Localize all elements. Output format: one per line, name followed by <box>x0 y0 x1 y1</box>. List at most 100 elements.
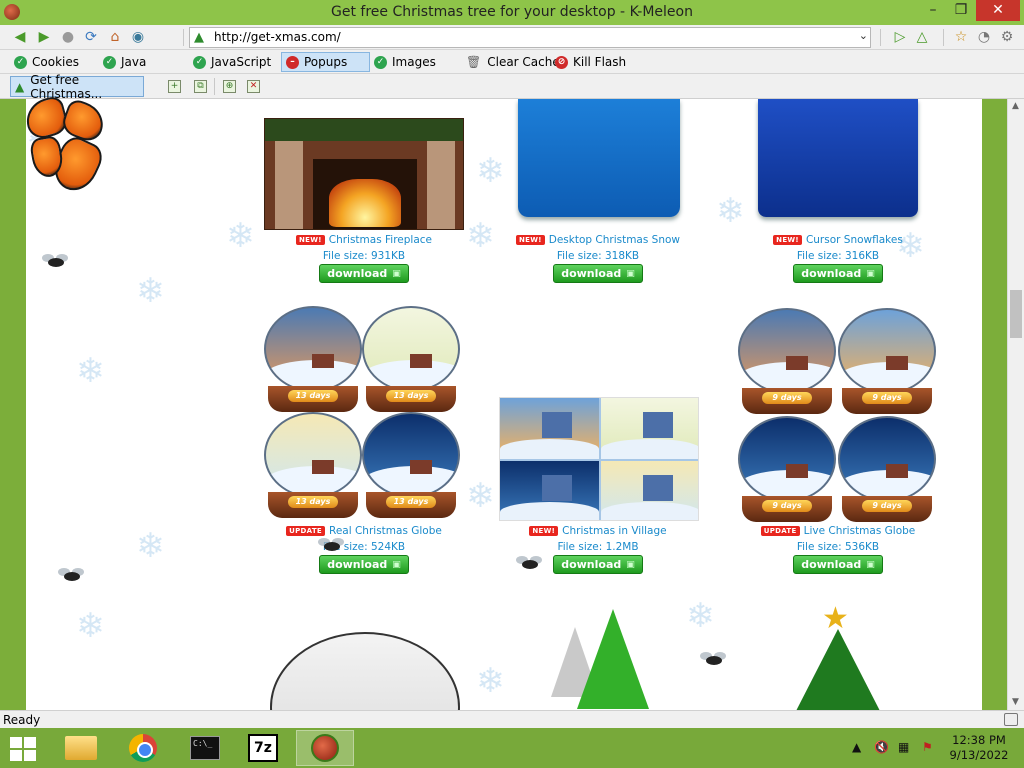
windows-start-button[interactable] <box>10 737 36 761</box>
gear-icon[interactable]: ⚙ <box>999 29 1015 45</box>
snow-globe-image[interactable]: 9 days <box>838 308 936 416</box>
restore-button[interactable]: ❐ <box>946 0 976 21</box>
product-title-link[interactable]: Christmas Fireplace <box>329 234 432 246</box>
snow-globe-image[interactable]: 9 days <box>738 416 836 524</box>
product-title-link[interactable]: Christmas in Village <box>562 525 666 537</box>
taskbar: C:\_ 7z ▲ 🔇 ▦ ⚑ 12:38 PM 9/13/2022 <box>0 728 1024 768</box>
christmas-fireplace-thumbnail[interactable] <box>264 118 464 230</box>
new-badge: NEW! <box>773 235 802 245</box>
images-toggle[interactable]: ✓ Images <box>374 52 436 72</box>
snow-globe-image[interactable]: 13 days <box>362 306 460 414</box>
tab-get-free-christmas[interactable]: ▲ Get free Christmas... <box>10 73 144 101</box>
stop-icon[interactable]: ● <box>60 29 76 45</box>
download-button[interactable]: download ▣ <box>319 555 409 574</box>
k-meleon-icon <box>311 734 339 762</box>
taskbar-7zip[interactable]: 7z <box>234 730 292 766</box>
scroll-down-icon[interactable]: ▼ <box>1012 697 1019 707</box>
cookies-toggle[interactable]: ✓ Cookies <box>14 52 79 72</box>
volume-muted-icon[interactable]: 🔇 <box>874 740 889 754</box>
privacy-toolbar: ✓ Cookies ✓ Java ✓ JavaScript – Popups ✓… <box>0 50 1024 74</box>
taskbar-file-explorer[interactable] <box>52 730 110 766</box>
product-live-christmas-globe: UPDATE Live Christmas Globe File size: 53… <box>728 523 948 574</box>
status-text: Ready <box>3 713 41 727</box>
download-button[interactable]: download ▣ <box>793 264 883 283</box>
check-icon: ✓ <box>374 55 387 69</box>
product-title-link[interactable]: Desktop Christmas Snow <box>549 234 680 246</box>
javascript-label: JavaScript <box>211 55 272 69</box>
scroll-up-icon[interactable]: ▲ <box>1012 101 1019 111</box>
up-icon[interactable]: △ <box>914 29 930 45</box>
chevron-down-icon[interactable]: ⌄ <box>859 29 868 42</box>
reload-icon[interactable]: ⟳ <box>83 29 99 45</box>
go-icon[interactable]: ▷ <box>892 29 908 45</box>
clock-time: 12:38 PM <box>952 733 1006 747</box>
url-text[interactable]: http://get-xmas.com/ <box>214 30 341 44</box>
show-hidden-icons-icon[interactable]: ▲ <box>852 740 861 754</box>
kill-flash-button[interactable]: ⊘ Kill Flash <box>555 52 626 72</box>
product-title-link[interactable]: Cursor Snowflakes <box>806 234 903 246</box>
star-icon[interactable]: ☆ <box>953 29 969 45</box>
product-christmas-fireplace: NEW! Christmas Fireplace File size: 931KB… <box>254 232 474 283</box>
javascript-toggle[interactable]: ✓ JavaScript <box>193 52 271 72</box>
download-button[interactable]: download ▣ <box>553 555 643 574</box>
check-icon: ✓ <box>193 55 206 69</box>
product-title-link[interactable]: Real Christmas Globe <box>329 525 442 537</box>
snowflake-decoration: ❄ <box>136 271 165 311</box>
security-lock-icon[interactable] <box>1004 713 1018 726</box>
back-arrow-icon[interactable]: ◀ <box>12 29 28 45</box>
duplicate-tab-icon[interactable]: ⧉ <box>194 80 207 93</box>
snow-globe-image[interactable]: 13 days <box>264 306 362 414</box>
tab-bar: ▲ Get free Christmas... + ⧉ ⊕ ✕ <box>0 73 1024 101</box>
home-icon[interactable]: ⌂ <box>107 29 123 45</box>
download-check-icon: ▣ <box>866 559 875 570</box>
vertical-scrollbar[interactable]: ▲ ▼ <box>1007 99 1024 710</box>
snowflake-decoration: ❄ <box>226 216 255 256</box>
system-clock[interactable]: 12:38 PM 9/13/2022 <box>948 733 1010 763</box>
minimize-button[interactable]: – <box>918 0 948 21</box>
add-tab-icon[interactable]: ⊕ <box>223 80 236 93</box>
fly-decoration <box>318 538 344 554</box>
tab-label: Get free Christmas... <box>30 72 103 101</box>
download-button[interactable]: download ▣ <box>319 264 409 283</box>
new-badge: NEW! <box>295 235 325 245</box>
action-center-icon[interactable]: ⚑ <box>922 740 933 754</box>
download-check-icon: ▣ <box>626 559 635 570</box>
file-size-text: File size: 1.2MB <box>557 541 639 553</box>
history-icon[interactable]: ◔ <box>976 29 992 45</box>
network-icon[interactable]: ▦ <box>898 740 909 754</box>
download-button[interactable]: download ▣ <box>553 264 643 283</box>
snow-globe-image[interactable]: 9 days <box>738 308 836 416</box>
forward-arrow-icon[interactable]: ▶ <box>36 29 52 45</box>
snowflake-decoration: ❄ <box>686 596 715 636</box>
taskbar-chrome[interactable] <box>114 730 172 766</box>
close-tab-icon[interactable]: ✕ <box>247 80 260 93</box>
download-button[interactable]: download ▣ <box>793 555 883 574</box>
clear-cache-button[interactable]: 🗑 Clear Cache <box>466 52 560 72</box>
cursor-snowflakes-thumbnail[interactable] <box>758 99 918 217</box>
toolbar-separator <box>943 29 944 46</box>
snowflake-decoration: ❄ <box>136 526 165 566</box>
desktop-christmas-snow-thumbnail[interactable] <box>518 99 680 217</box>
chrome-icon <box>129 734 157 762</box>
taskbar-k-meleon[interactable] <box>296 730 354 766</box>
close-button[interactable]: ✕ <box>976 0 1020 21</box>
snow-globe-image[interactable]: 13 days <box>264 412 362 520</box>
scrollbar-thumb[interactable] <box>1010 290 1022 338</box>
globe-icon[interactable]: ◉ <box>130 29 146 45</box>
kill-flash-icon: ⊘ <box>555 55 568 69</box>
taskbar-command-prompt[interactable]: C:\_ <box>176 730 234 766</box>
clear-cache-label: Clear Cache <box>487 55 560 69</box>
java-toggle[interactable]: ✓ Java <box>103 52 146 72</box>
product-title-link[interactable]: Live Christmas Globe <box>804 525 916 537</box>
address-bar[interactable]: ▲ http://get-xmas.com/ ⌄ <box>189 27 871 48</box>
new-tab-icon[interactable]: + <box>168 80 181 93</box>
7zip-icon: 7z <box>248 734 278 762</box>
block-icon: – <box>286 55 299 69</box>
snow-globe-image[interactable]: 9 days <box>838 416 936 524</box>
snow-globe-image[interactable]: 13 days <box>362 412 460 520</box>
toolbar-separator <box>880 29 881 46</box>
file-size-text: File size: 536KB <box>796 541 880 553</box>
christmas-in-village-thumbnail[interactable] <box>499 397 699 521</box>
popups-toggle[interactable]: – Popups <box>281 52 370 72</box>
snow-globe-image[interactable] <box>270 632 460 710</box>
